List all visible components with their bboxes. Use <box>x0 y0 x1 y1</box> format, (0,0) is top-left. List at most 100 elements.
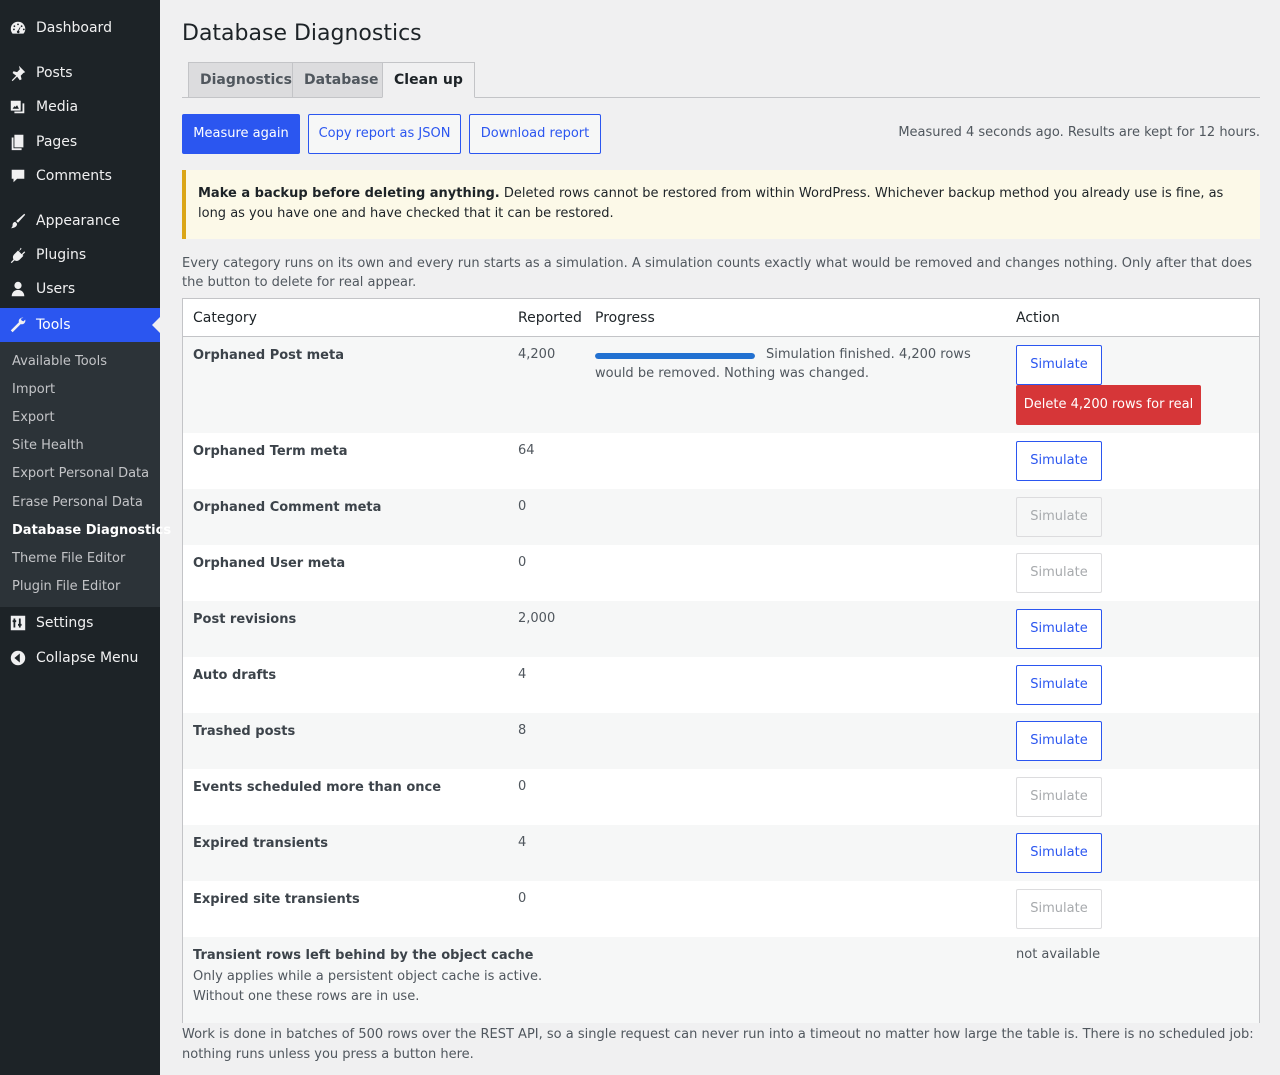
table-row: Post revisions 2,000 Simulate <box>183 601 1259 657</box>
submenu-item-available-tools[interactable]: Available Tools <box>12 352 107 372</box>
download-report-button[interactable]: Download report <box>469 114 601 154</box>
simulate-button[interactable]: Simulate <box>1016 721 1102 761</box>
table-row: Events scheduled more than once 0 Simula… <box>183 769 1259 825</box>
category-name: Orphaned Term meta <box>193 444 348 459</box>
reported-count: 2,000 <box>518 611 556 626</box>
cleanup-table: Category Reported Progress Action Orphan… <box>182 298 1260 1023</box>
tools-submenu: Available Tools Import Export Site Healt… <box>0 342 171 607</box>
simulate-button[interactable]: Simulate <box>1016 665 1102 705</box>
simulate-button[interactable]: Simulate <box>1016 833 1102 873</box>
dashboard-icon <box>0 19 36 37</box>
category-name: Events scheduled more than once <box>193 780 442 795</box>
page-title: Database Diagnostics <box>182 21 422 46</box>
pin-icon <box>0 64 36 82</box>
submenu-item-export[interactable]: Export <box>12 408 55 428</box>
collapse-icon <box>0 649 36 667</box>
table-row: Orphaned Post meta 4,200 Simulation fini… <box>183 337 1259 433</box>
tab-database[interactable]: Database <box>292 62 391 98</box>
table-row: Expired transients 4 Simulate <box>183 825 1259 881</box>
reported-count: 4,200 <box>518 347 556 362</box>
menu-item-pages[interactable]: Pages <box>0 125 160 159</box>
backup-warning-notice: Make a backup before deleting anything. … <box>182 170 1260 239</box>
menu-item-plugins[interactable]: Plugins <box>0 238 160 272</box>
menu-item-tools[interactable]: Tools <box>0 308 160 342</box>
table-row: Expired site transients 0 Simulate <box>183 881 1259 937</box>
table-row: Auto drafts 4 Simulate <box>183 657 1259 713</box>
simulate-button[interactable]: Simulate <box>1016 441 1102 481</box>
menu-item-settings[interactable]: Settings <box>0 606 160 640</box>
plugin-icon <box>0 246 36 264</box>
menu-item-appearance[interactable]: Appearance <box>0 204 160 238</box>
copy-report-button[interactable]: Copy report as JSON <box>308 114 461 154</box>
submenu-item-erase-personal-data[interactable]: Erase Personal Data <box>12 493 143 513</box>
action-not-available: not available <box>1016 947 1101 962</box>
category-name: Transient rows left behind by the object… <box>193 948 534 963</box>
category-note: Without one these rows are in use. <box>193 989 420 1004</box>
reported-count: 0 <box>518 555 527 570</box>
reported-count: 0 <box>518 499 527 514</box>
wrench-icon <box>0 316 36 334</box>
menu-item-media[interactable]: Media <box>0 90 160 124</box>
progress-text: Simulation finished. 4,200 rows would be… <box>595 347 971 381</box>
header-progress: Progress <box>595 310 655 326</box>
menu-item-collapse[interactable]: Collapse Menu <box>0 641 160 675</box>
table-row: Orphaned User meta 0 Simulate <box>183 545 1259 601</box>
footer-text: Work is done in batches of 500 rows over… <box>182 1027 1254 1062</box>
reported-count: 0 <box>518 779 527 794</box>
table-header: Category Reported Progress Action <box>183 299 1259 337</box>
pages-icon <box>0 133 36 151</box>
tab-divider <box>182 97 1260 98</box>
table-row: Trashed posts 8 Simulate <box>183 713 1259 769</box>
menu-label: Collapse Menu <box>36 650 139 666</box>
simulate-button[interactable]: Simulate <box>1016 497 1102 537</box>
menu-item-dashboard[interactable]: Dashboard <box>0 11 160 45</box>
menu-label: Users <box>36 281 76 297</box>
table-row: Orphaned Term meta 64 Simulate <box>183 433 1259 489</box>
simulate-button[interactable]: Simulate <box>1016 553 1102 593</box>
simulate-button[interactable]: Simulate <box>1016 889 1102 929</box>
measure-again-button[interactable]: Measure again <box>182 114 300 154</box>
reported-count: 4 <box>518 667 527 682</box>
menu-item-posts[interactable]: Posts <box>0 56 160 90</box>
menu-label: Comments <box>36 168 112 184</box>
submenu-item-import[interactable]: Import <box>12 380 55 400</box>
notice-bold: Make a backup before deleting anything. <box>198 186 500 201</box>
submenu-item-site-health[interactable]: Site Health <box>12 436 84 456</box>
reported-count: 64 <box>518 443 535 458</box>
simulate-button[interactable]: Simulate <box>1016 345 1102 385</box>
category-note: Only applies while a persistent object c… <box>193 969 543 984</box>
main-content: Database Diagnostics Diagnostics Databas… <box>160 0 1280 1075</box>
measured-status: Measured 4 seconds ago. Results are kept… <box>898 125 1260 140</box>
category-name: Auto drafts <box>193 668 277 683</box>
submenu-item-theme-file-editor[interactable]: Theme File Editor <box>12 549 125 569</box>
settings-icon <box>0 614 36 632</box>
category-name: Orphaned Comment meta <box>193 500 382 515</box>
category-name: Orphaned User meta <box>193 556 346 571</box>
admin-sidebar: Dashboard Posts Media Pages Comments App… <box>0 0 171 1075</box>
menu-label: Appearance <box>36 213 121 229</box>
menu-label: Pages <box>36 134 78 150</box>
simulate-button[interactable]: Simulate <box>1016 777 1102 817</box>
category-name: Orphaned Post meta <box>193 348 344 363</box>
reported-count: 0 <box>518 891 527 906</box>
menu-item-users[interactable]: Users <box>0 272 160 306</box>
menu-label: Plugins <box>36 247 87 263</box>
menu-item-comments[interactable]: Comments <box>0 159 160 193</box>
reported-count: 4 <box>518 835 527 850</box>
header-reported: Reported <box>518 310 582 326</box>
menu-label: Settings <box>36 615 94 631</box>
header-category: Category <box>193 310 257 326</box>
category-name: Expired transients <box>193 836 328 851</box>
delete-for-real-button[interactable]: Delete 4,200 rows for real <box>1016 385 1201 425</box>
tab-clean-up[interactable]: Clean up <box>382 62 475 98</box>
submenu-item-plugin-file-editor[interactable]: Plugin File Editor <box>12 577 120 597</box>
tab-diagnostics[interactable]: Diagnostics <box>188 62 304 98</box>
category-name: Expired site transients <box>193 892 360 907</box>
submenu-item-export-personal-data[interactable]: Export Personal Data <box>12 464 149 484</box>
menu-label: Posts <box>36 65 73 81</box>
simulate-button[interactable]: Simulate <box>1016 609 1102 649</box>
comment-icon <box>0 167 36 185</box>
submenu-item-database-diagnostics[interactable]: Database Diagnostics <box>12 521 171 541</box>
category-cell: Transient rows left behind by the object… <box>193 947 542 1007</box>
intro-text: Every category runs on its own and every… <box>182 256 1253 290</box>
